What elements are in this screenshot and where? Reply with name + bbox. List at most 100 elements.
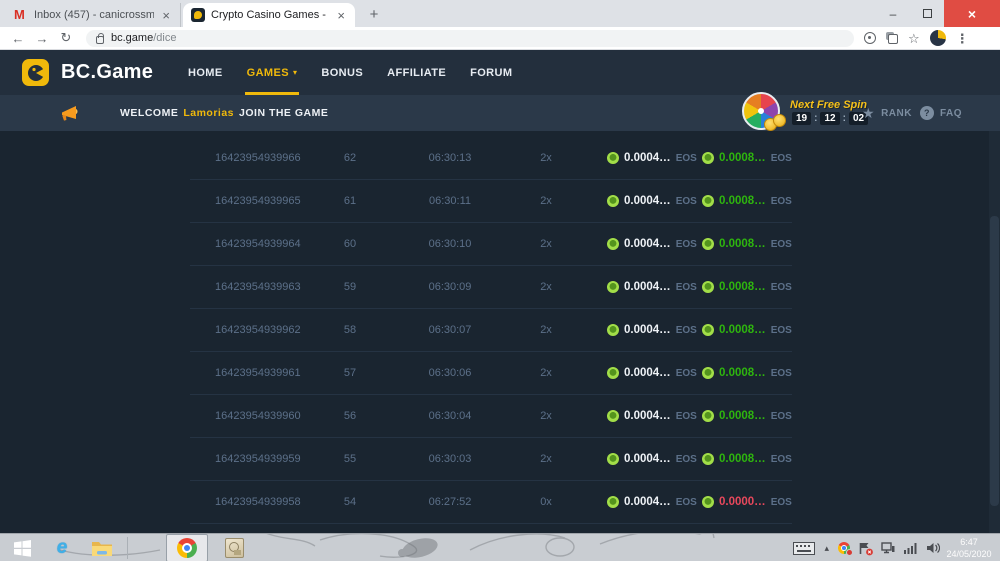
address-bar[interactable]: bc.game/dice [86,30,854,47]
nav-affiliate[interactable]: AFFILIATE [375,50,458,95]
eos-coin-icon [702,324,714,336]
bookmark-star-icon[interactable]: ☆ [908,32,920,45]
profit-currency: EOS [771,196,792,207]
profit-currency: EOS [771,239,792,250]
bet-roll-result: 59 [320,281,380,293]
bet-amount-cell: 0.0004… EOS [607,453,702,465]
start-button[interactable] [6,534,38,561]
bet-time: 06:30:03 [380,453,520,465]
bet-multiplier: 2x [520,324,572,336]
restore-icon [923,9,932,18]
bet-roll-result: 56 [320,410,380,422]
taskbar-clock[interactable]: 6:47 24/05/2020 [942,536,996,560]
question-mark-icon: ? [920,106,934,120]
bet-multiplier: 2x [520,410,572,422]
bet-time: 06:30:13 [380,152,520,164]
free-spin-label: Next Free Spin [790,99,867,111]
taskbar-file-explorer[interactable] [84,534,120,561]
bet-row[interactable]: 16423954939959 55 06:30:03 2x 0.0004… EO… [190,438,792,481]
faq-link[interactable]: ? FAQ [920,95,962,131]
profit-currency: EOS [771,368,792,379]
nav-home[interactable]: HOME [176,50,235,95]
bet-profit: 0.0008… [719,324,766,336]
bet-amount: 0.0004… [624,453,671,465]
bet-row[interactable]: 16423954939964 60 06:30:10 2x 0.0004… EO… [190,223,792,266]
translate-icon[interactable] [886,32,898,44]
bet-amount: 0.0004… [624,410,671,422]
tab-bcgame[interactable]: Crypto Casino Games - The 8 Bes × [183,3,355,27]
action-center-flag-icon[interactable] [859,542,872,555]
bet-currency: EOS [676,196,697,207]
bet-id: 16423954939966 [190,152,320,164]
extension-target-icon[interactable] [864,32,876,44]
bet-amount: 0.0004… [624,195,671,207]
main-nav: HOME GAMES▾ BONUS AFFILIATE FORUM [176,50,524,95]
bet-amount: 0.0004… [624,281,671,293]
bet-roll-result: 54 [320,496,380,508]
browser-profile-avatar[interactable] [930,30,946,46]
eos-coin-icon [702,496,714,508]
bet-profit: 0.0000… [719,496,766,508]
browser-menu-icon[interactable]: ⋮ [956,32,969,45]
tray-chrome-icon[interactable] [838,542,850,554]
rank-link[interactable]: ★ RANK [862,95,912,131]
bet-profit-cell: 0.0008… EOS [702,453,792,465]
taskbar-separator [127,537,128,559]
bet-row[interactable]: 16423954939962 58 06:30:07 2x 0.0004… EO… [190,309,792,352]
bet-multiplier: 2x [520,238,572,250]
bet-profit-cell: 0.0008… EOS [702,367,792,379]
bet-id: 16423954939959 [190,453,320,465]
scrollbar-thumb[interactable] [990,216,999,506]
network-signal-icon[interactable] [904,543,917,554]
back-button[interactable]: ← [6,31,30,46]
tab-close-icon[interactable]: × [335,8,347,23]
tab-close-icon[interactable]: × [160,8,172,23]
bet-row[interactable]: 16423954939961 57 06:30:06 2x 0.0004… EO… [190,352,792,395]
bet-row[interactable]: 16423954939963 59 06:30:09 2x 0.0004… EO… [190,266,792,309]
eos-coin-icon [702,152,714,164]
eos-coin-icon [607,152,619,164]
nav-forum[interactable]: FORUM [458,50,524,95]
clock-date: 24/05/2020 [942,548,996,560]
nav-bonus[interactable]: BONUS [309,50,375,95]
tab-gmail[interactable]: M Inbox (457) - canicrossmaxx@gm × [6,3,181,27]
forward-button[interactable]: → [30,31,54,46]
bet-row[interactable]: 16423954939965 61 06:30:11 2x 0.0004… EO… [190,180,792,223]
volume-icon[interactable] [926,542,940,554]
reload-button[interactable]: ↻ [54,30,78,46]
bet-row[interactable]: 16423954939966 62 06:30:13 2x 0.0004… EO… [190,137,792,180]
notification-badge [846,549,853,556]
nav-games[interactable]: GAMES▾ [235,50,310,95]
taskbar-notes-app[interactable] [216,534,252,561]
new-tab-button[interactable]: + [364,5,384,25]
bet-row[interactable]: 16423954939958 54 06:27:52 0x 0.0004… EO… [190,481,792,524]
bet-multiplier: 2x [520,281,572,293]
bet-amount: 0.0004… [624,496,671,508]
bet-time: 06:27:52 [380,496,520,508]
pc-status-icon[interactable] [881,542,895,554]
window-restore-button[interactable] [910,0,944,27]
welcome-message: WELCOME Lamorias JOIN THE GAME [120,95,328,131]
eos-coin-icon [607,195,619,207]
bet-row[interactable]: 16423954939960 56 06:30:04 2x 0.0004… EO… [190,395,792,438]
touch-keyboard-icon[interactable] [793,542,815,555]
bet-id: 16423954939962 [190,324,320,336]
bet-profit-cell: 0.0008… EOS [702,324,792,336]
page-content: 16423954939966 62 06:30:13 2x 0.0004… EO… [0,131,1000,533]
taskbar-internet-explorer[interactable]: e [44,534,80,561]
free-spin-timer: 19 : 12 : 02 [792,112,868,125]
tray-expand-icon[interactable]: ▴ [824,543,829,554]
bet-history-table: 16423954939966 62 06:30:13 2x 0.0004… EO… [190,137,792,524]
bet-roll-result: 60 [320,238,380,250]
bcgame-logo[interactable]: BC.Game [22,59,153,86]
free-spin-wheel[interactable] [742,92,784,134]
window-close-button[interactable]: × [944,0,1000,27]
bet-amount-cell: 0.0004… EOS [607,496,702,508]
bet-time: 06:30:09 [380,281,520,293]
page-scrollbar[interactable] [989,131,1000,533]
taskbar-chrome-active[interactable] [166,534,208,561]
window-minimize-button[interactable]: – [876,0,910,27]
eos-coin-icon [702,410,714,422]
eos-coin-icon [607,367,619,379]
bet-currency: EOS [676,454,697,465]
